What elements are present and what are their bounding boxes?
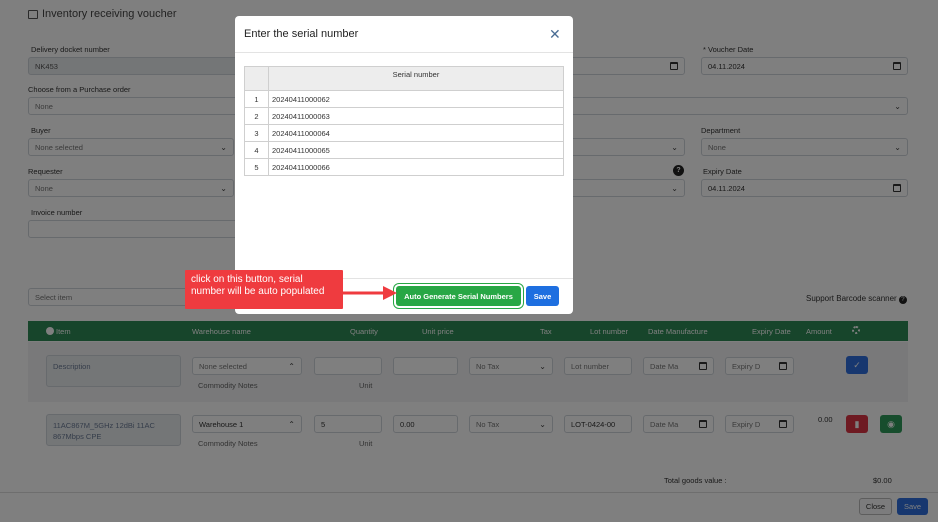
- table-row: 3 20240411000064: [244, 124, 564, 142]
- serial-number-table: Serial number 1 20240411000062 2 2024041…: [244, 66, 564, 176]
- modal-save-button[interactable]: Save: [526, 286, 559, 306]
- close-icon[interactable]: ✕: [549, 27, 561, 41]
- serial-cell[interactable]: 20240411000063: [268, 107, 564, 125]
- row-number-header: [244, 66, 269, 91]
- modal-divider: [235, 52, 573, 53]
- serial-cell[interactable]: 20240411000065: [268, 141, 564, 159]
- modal-title: Enter the serial number: [244, 28, 359, 40]
- table-row: 5 20240411000066: [244, 158, 564, 176]
- row-number: 3: [244, 124, 269, 142]
- row-number: 5: [244, 158, 269, 176]
- table-row: 2 20240411000063: [244, 107, 564, 125]
- table-row: 4 20240411000065: [244, 141, 564, 159]
- serial-cell[interactable]: 20240411000066: [268, 158, 564, 176]
- table-row: 1 20240411000062: [244, 90, 564, 108]
- serial-cell[interactable]: 20240411000064: [268, 124, 564, 142]
- annotation-callout: click on this button, serial number will…: [185, 270, 343, 309]
- serial-number-header: Serial number: [268, 66, 564, 91]
- arrow-icon: [343, 286, 397, 300]
- row-number: 1: [244, 90, 269, 108]
- row-number: 4: [244, 141, 269, 159]
- auto-generate-serial-numbers-button[interactable]: Auto Generate Serial Numbers: [396, 286, 521, 306]
- row-number: 2: [244, 107, 269, 125]
- serial-cell[interactable]: 20240411000062: [268, 90, 564, 108]
